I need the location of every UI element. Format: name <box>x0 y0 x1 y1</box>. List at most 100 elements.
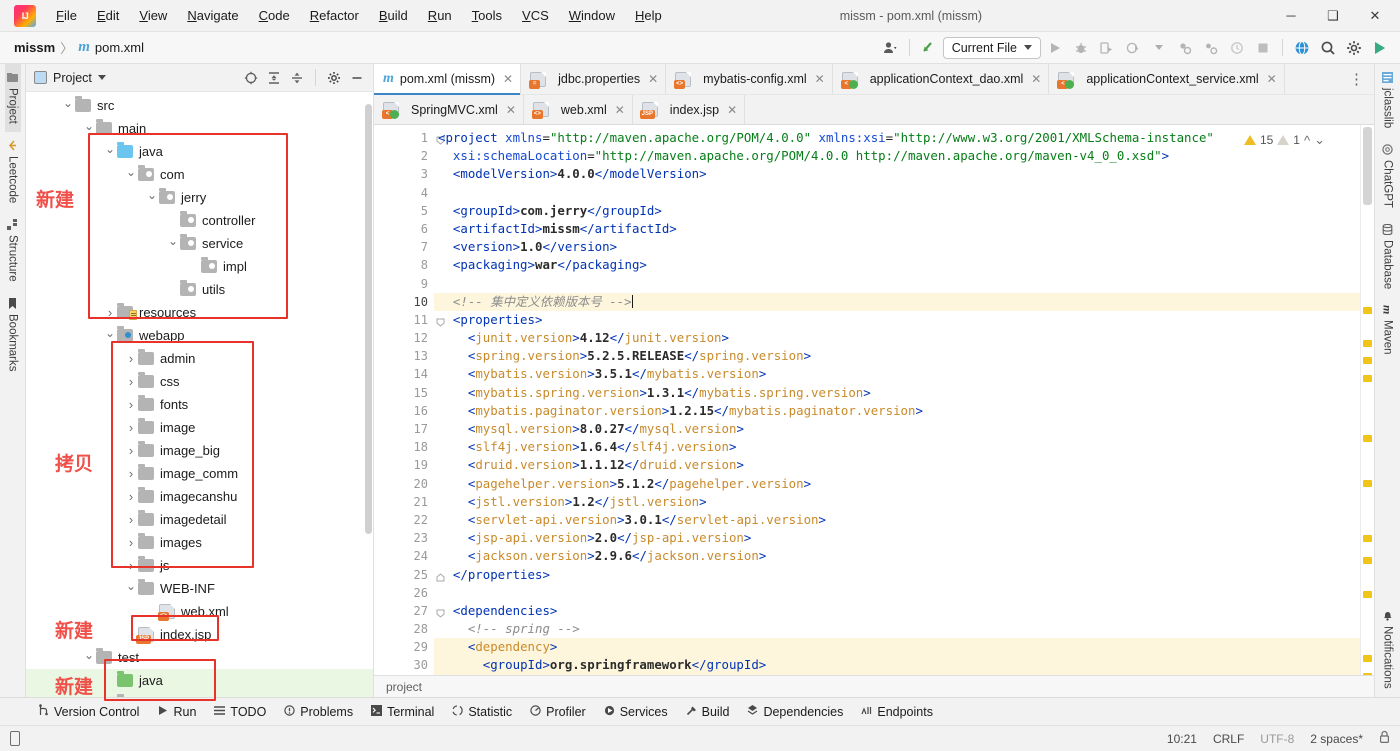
tree-node-web-xml[interactable]: <> web.xml <box>26 600 373 623</box>
rail-item-jclasslib[interactable]: jclasslib <box>1380 64 1396 136</box>
warning-stripe-marker[interactable] <box>1363 340 1372 347</box>
tool-window-todo[interactable]: TODO <box>206 702 274 722</box>
code-line[interactable]: <project xmlns="http://maven.apache.org/… <box>434 129 1374 147</box>
tree-node-test[interactable]: test <box>26 646 373 669</box>
warning-stripe-marker[interactable] <box>1363 591 1372 598</box>
run-anything-icon[interactable] <box>1368 36 1392 60</box>
debug-icon[interactable] <box>1069 36 1093 60</box>
tool-window-profiler[interactable]: Profiler <box>522 702 594 722</box>
warning-stripe-marker[interactable] <box>1363 557 1372 564</box>
code-line[interactable]: <mybatis.paginator.version>1.2.15</mybat… <box>434 402 1374 420</box>
code-line[interactable]: <packaging>war</packaging> <box>434 256 1374 274</box>
editor-tab-pom-xml-missm-[interactable]: m pom.xml (missm) ✕ <box>374 64 522 95</box>
tab-overflow-menu-icon[interactable]: ⋮ <box>1339 64 1374 94</box>
menu-build[interactable]: Build <box>369 4 418 27</box>
close-tab-icon[interactable]: ✕ <box>1031 72 1041 86</box>
menu-tools[interactable]: Tools <box>462 4 512 27</box>
code-line[interactable]: <mybatis.version>3.5.1</mybatis.version> <box>434 365 1374 383</box>
warning-stripe-marker[interactable] <box>1363 375 1372 382</box>
tree-node-com[interactable]: com <box>26 163 373 186</box>
tree-node-webapp[interactable]: webapp <box>26 324 373 347</box>
code-line[interactable]: <jsp-api.version>2.0</jsp-api.version> <box>434 529 1374 547</box>
menu-view[interactable]: View <box>129 4 177 27</box>
chevron-down-icon[interactable] <box>124 168 138 182</box>
caret-position[interactable]: 10:21 <box>1167 732 1197 746</box>
breadcrumb-file[interactable]: pom.xml <box>95 40 144 55</box>
tree-node-src[interactable]: src <box>26 94 373 117</box>
profile-icon[interactable] <box>1121 36 1145 60</box>
warning-stripe-marker[interactable] <box>1363 357 1372 364</box>
close-tab-icon[interactable]: ✕ <box>815 72 825 86</box>
code-line[interactable]: <mybatis.spring.version>1.3.1</mybatis.s… <box>434 384 1374 402</box>
tool-window-endpoints[interactable]: Endpoints <box>853 702 941 722</box>
undo-arrow-icon[interactable] <box>917 36 941 60</box>
code-line[interactable]: <properties> <box>434 311 1374 329</box>
code-line[interactable]: <dependency> <box>434 638 1374 657</box>
tree-node-impl[interactable]: impl <box>26 255 373 278</box>
menu-file[interactable]: File <box>46 4 87 27</box>
minimize-button[interactable]: ─ <box>1270 0 1312 32</box>
tree-node-jerry[interactable]: jerry <box>26 186 373 209</box>
code-line[interactable] <box>434 584 1374 602</box>
code-line[interactable]: <groupId>com.jerry</groupId> <box>434 202 1374 220</box>
menu-refactor[interactable]: Refactor <box>300 4 369 27</box>
run-with-coverage-icon[interactable] <box>1095 36 1119 60</box>
chevron-right-icon[interactable] <box>124 535 138 550</box>
chevron-right-icon[interactable] <box>124 466 138 481</box>
search-everywhere-icon[interactable] <box>1316 36 1340 60</box>
tool-window-run[interactable]: Run <box>149 702 204 722</box>
tree-node-imagedetail[interactable]: imagedetail <box>26 508 373 531</box>
tree-node-image-comm[interactable]: image_comm <box>26 462 373 485</box>
close-tab-icon[interactable]: ✕ <box>727 103 737 117</box>
code-line[interactable]: <servlet-api.version>3.0.1</servlet-api.… <box>434 511 1374 529</box>
tree-node-fonts[interactable]: fonts <box>26 393 373 416</box>
tree-node-index-jsp[interactable]: JSP index.jsp <box>26 623 373 646</box>
code-line[interactable]: </properties> <box>434 566 1374 584</box>
code-line[interactable]: <slf4j.version>1.6.4</slf4j.version> <box>434 438 1374 456</box>
rail-item-database[interactable]: Database <box>1380 216 1396 297</box>
tool-window-dependencies[interactable]: Dependencies <box>739 702 851 722</box>
chevron-down-icon[interactable] <box>82 122 96 136</box>
menu-help[interactable]: Help <box>625 4 672 27</box>
tree-node-java[interactable]: java <box>26 140 373 163</box>
project-panel-title-group[interactable]: Project <box>34 71 106 85</box>
editor-tab-applicationcontext-service-xml[interactable]: < applicationContext_service.xml ✕ <box>1049 64 1285 94</box>
chevron-right-icon[interactable] <box>124 558 138 573</box>
code-line[interactable]: <spring.version>5.2.5.RELEASE</spring.ve… <box>434 347 1374 365</box>
menu-vcs[interactable]: VCS <box>512 4 559 27</box>
run-configuration-selector[interactable]: Current File <box>942 36 1041 59</box>
code-editor[interactable]: 1 2 3 4 5 6 7 8 9 10 11 12 13 14 15 16 17 18 19 20 21 22 23 24 2… <box>374 125 1374 675</box>
chevron-right-icon[interactable] <box>124 489 138 504</box>
settings-gear-icon[interactable] <box>324 68 344 88</box>
rail-item-project[interactable]: Project <box>4 64 21 132</box>
chevron-down-icon[interactable] <box>61 99 75 113</box>
tree-node-css[interactable]: css <box>26 370 373 393</box>
breadcrumb-project[interactable]: missm <box>14 40 55 55</box>
chevron-down-icon[interactable] <box>97 75 106 80</box>
tool-window-build[interactable]: Build <box>678 702 738 722</box>
warning-stripe-marker[interactable] <box>1363 673 1372 675</box>
code-line[interactable]: <groupId>org.springframework</groupId> <box>434 656 1374 675</box>
tree-node-main[interactable]: main <box>26 117 373 140</box>
chevron-right-icon[interactable] <box>124 397 138 412</box>
code-line[interactable]: <version>1.0</version> <box>434 238 1374 256</box>
code-line[interactable] <box>434 275 1374 293</box>
intention-bulb-icon[interactable] <box>440 275 451 288</box>
error-stripe-scrollbar[interactable] <box>1360 125 1374 675</box>
code-line[interactable]: <mysql.version>8.0.27</mysql.version> <box>434 420 1374 438</box>
tool-window-statistic[interactable]: Statistic <box>444 702 520 722</box>
tree-node-resources[interactable]: resources <box>26 301 373 324</box>
chevron-down-icon[interactable] <box>145 191 159 205</box>
chevron-down-icon[interactable] <box>1147 36 1171 60</box>
tree-node-image-big[interactable]: image_big <box>26 439 373 462</box>
code-line[interactable]: <jstl.version>1.2</jstl.version> <box>434 493 1374 511</box>
tool-window-services[interactable]: Services <box>596 702 676 722</box>
chevron-right-icon[interactable] <box>124 443 138 458</box>
file-encoding[interactable]: UTF-8 <box>1260 732 1294 746</box>
inspection-widget[interactable]: 15 1 ^ ⌄ <box>1240 131 1328 149</box>
warning-stripe-marker[interactable] <box>1363 307 1372 314</box>
tool-window-version-control[interactable]: Version Control <box>30 701 147 722</box>
code-line[interactable]: xsi:schemaLocation="http://maven.apache.… <box>434 147 1374 165</box>
tree-node-admin[interactable]: admin <box>26 347 373 370</box>
menu-code[interactable]: Code <box>249 4 300 27</box>
